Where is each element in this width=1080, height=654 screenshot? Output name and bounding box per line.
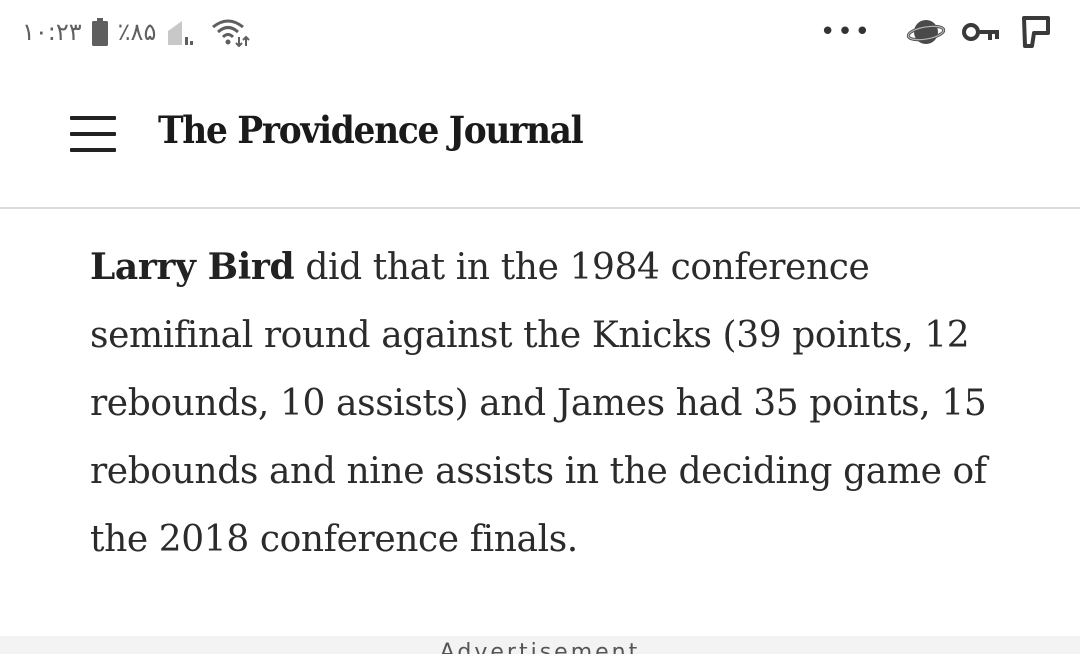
site-header: The Providence Journal [0,64,1080,209]
paragraph-text: did that in the 1984 conference semifina… [90,247,987,560]
status-bar-left: ۱۰:۲۳ ٪۸۵ [22,12,251,52]
planet-icon [906,15,946,49]
advertisement-label: Advertisement [439,640,641,654]
more-notifications-icon: ••• [819,17,872,47]
status-bar-right: ••• [820,12,1058,52]
battery-icon [91,18,108,46]
article-body: Larry Bird did that in the 1984 conferen… [90,233,1010,574]
wifi-icon [210,17,251,48]
site-logo[interactable]: The Providence Journal [158,108,584,152]
player-name-bold: Larry Bird [90,246,295,288]
p-app-icon [1018,15,1058,49]
status-time: ۱۰:۲۳ [22,18,82,46]
status-bar: ۱۰:۲۳ ٪۸۵ ••• [0,0,1080,64]
article-paragraph: Larry Bird did that in the 1984 conferen… [90,233,1010,574]
key-icon [962,15,1002,49]
signal-icon [166,17,200,47]
battery-percent: ٪۸۵ [117,18,157,46]
advertisement-strip: Advertisement [0,636,1080,654]
hamburger-menu-icon[interactable] [68,114,120,156]
